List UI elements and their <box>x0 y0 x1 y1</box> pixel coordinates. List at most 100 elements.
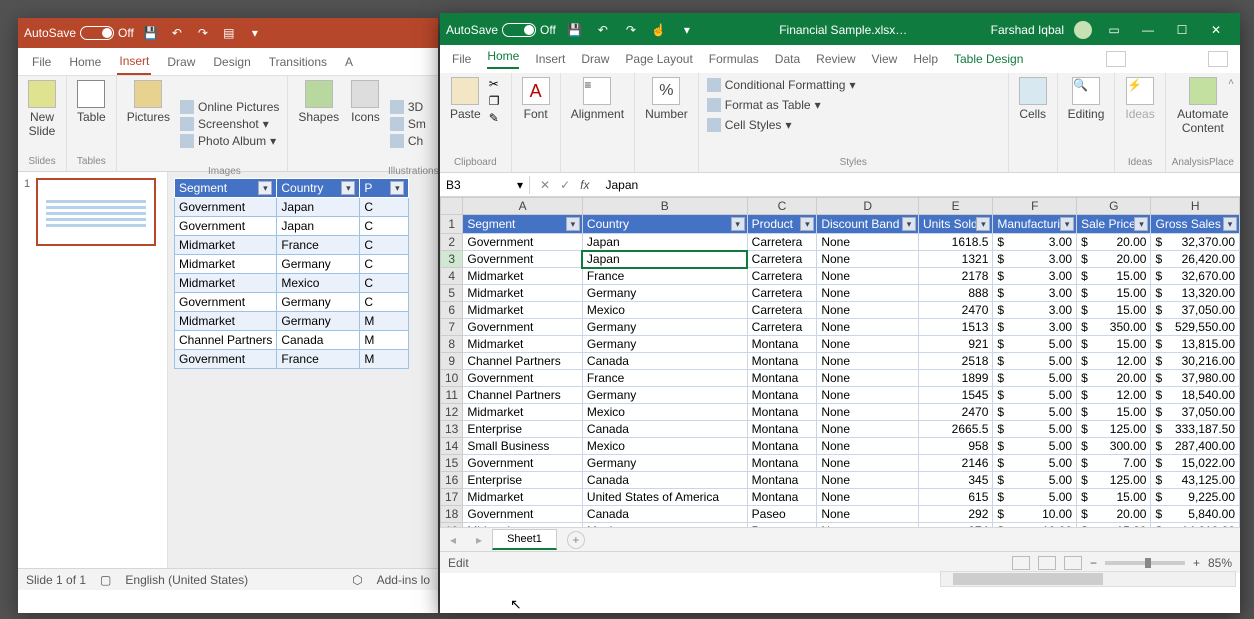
cell[interactable]: $20.00 <box>1077 370 1151 387</box>
cell[interactable]: Germany <box>582 455 747 472</box>
cell[interactable]: Carretera <box>747 251 817 268</box>
sheet-tab-sheet1[interactable]: Sheet1 <box>492 529 557 550</box>
pp-status-lang[interactable]: English (United States) <box>125 573 248 587</box>
pp-titlebar[interactable]: AutoSave Off 💾 ↶ ↷ ▤ ▾ <box>18 18 438 48</box>
col-header-H[interactable]: H <box>1151 198 1240 215</box>
cell[interactable]: $5.00 <box>993 438 1077 455</box>
cell[interactable]: 2146 <box>918 455 992 472</box>
cell[interactable]: Montana <box>747 489 817 506</box>
filter-icon[interactable]: ▾ <box>1223 217 1237 231</box>
font-button[interactable]: AFont <box>518 75 554 123</box>
xl-more-icon[interactable]: ▾ <box>678 21 696 39</box>
col-header-E[interactable]: E <box>918 198 992 215</box>
cell[interactable]: 345 <box>918 472 992 489</box>
pp-cell[interactable]: C <box>360 293 409 312</box>
3d-models-button[interactable]: 3D <box>388 99 428 115</box>
cell[interactable]: Montana <box>747 336 817 353</box>
cell[interactable]: $13,320.00 <box>1151 285 1240 302</box>
pp-cell[interactable]: Channel Partners <box>175 331 277 350</box>
row-header[interactable]: 1 <box>441 215 463 234</box>
user-avatar-icon[interactable] <box>1074 21 1092 39</box>
xl-tab-formulas[interactable]: Formulas <box>709 52 759 66</box>
horizontal-scrollbar[interactable] <box>940 571 1236 587</box>
cell[interactable]: Midmarket <box>463 285 583 302</box>
smartart-button[interactable]: Sm <box>388 116 428 132</box>
xl-tab-insert[interactable]: Insert <box>535 52 565 66</box>
cell[interactable]: 615 <box>918 489 992 506</box>
filter-icon[interactable]: ▾ <box>1060 217 1074 231</box>
accessibility-icon[interactable]: ▢ <box>100 573 111 587</box>
close-icon[interactable]: ✕ <box>1204 23 1228 37</box>
cell[interactable]: $3.00 <box>993 234 1077 251</box>
table-col-header[interactable]: Manufacturi▾ <box>993 215 1077 234</box>
table-col-header[interactable]: Gross Sales▾ <box>1151 215 1240 234</box>
cell[interactable]: $32,670.00 <box>1151 268 1240 285</box>
pp-autosave-toggle[interactable] <box>80 26 114 40</box>
enter-icon[interactable]: ✓ <box>560 178 570 192</box>
cell[interactable]: $9,225.00 <box>1151 489 1240 506</box>
cell[interactable]: Midmarket <box>463 302 583 319</box>
page-layout-view-icon[interactable] <box>1038 556 1056 570</box>
pp-cell[interactable]: C <box>360 236 409 255</box>
cell[interactable]: $20.00 <box>1077 234 1151 251</box>
xl-tab-home[interactable]: Home <box>487 49 519 69</box>
row-header[interactable]: 13 <box>441 421 463 438</box>
pp-cell[interactable]: Mexico <box>277 274 360 293</box>
cell[interactable]: $125.00 <box>1077 421 1151 438</box>
cell[interactable]: $32,370.00 <box>1151 234 1240 251</box>
cell[interactable]: None <box>817 234 919 251</box>
xl-touch-icon[interactable]: ☝ <box>650 21 668 39</box>
pp-cell[interactable]: Canada <box>277 331 360 350</box>
xl-tab-draw[interactable]: Draw <box>581 52 609 66</box>
cell[interactable]: Carretera <box>747 234 817 251</box>
cell[interactable]: $26,420.00 <box>1151 251 1240 268</box>
cell[interactable]: None <box>817 455 919 472</box>
filter-icon[interactable]: ▾ <box>731 217 745 231</box>
row-header[interactable]: 10 <box>441 370 463 387</box>
cell[interactable]: $5.00 <box>993 455 1077 472</box>
number-button[interactable]: %Number <box>641 75 692 123</box>
table-col-header[interactable]: Discount Band▾ <box>817 215 919 234</box>
pp-tab-design[interactable]: Design <box>211 50 252 74</box>
cell[interactable]: Mexico <box>582 523 747 528</box>
cell[interactable]: $37,980.00 <box>1151 370 1240 387</box>
cell[interactable]: 888 <box>918 285 992 302</box>
xl-tab-view[interactable]: View <box>872 52 898 66</box>
name-box[interactable]: B3▾ <box>440 176 530 194</box>
cell[interactable]: Channel Partners <box>463 387 583 404</box>
start-show-icon[interactable]: ▤ <box>220 24 238 42</box>
cell[interactable]: Germany <box>582 285 747 302</box>
cell[interactable]: $5.00 <box>993 404 1077 421</box>
conditional-formatting-button[interactable]: Conditional Formatting▾ <box>705 77 1002 93</box>
xl-zoom-level[interactable]: 85% <box>1208 556 1232 570</box>
pp-col-header[interactable]: Segment <box>175 179 277 198</box>
row-header[interactable]: 12 <box>441 404 463 421</box>
cell[interactable]: None <box>817 251 919 268</box>
row-header[interactable]: 7 <box>441 319 463 336</box>
pp-cell[interactable]: C <box>360 217 409 236</box>
row-header[interactable]: 4 <box>441 268 463 285</box>
pp-tab-insert[interactable]: Insert <box>117 49 151 75</box>
row-header[interactable]: 11 <box>441 387 463 404</box>
xl-save-icon[interactable]: 💾 <box>566 21 584 39</box>
col-header-D[interactable]: D <box>817 198 919 215</box>
cell[interactable]: None <box>817 438 919 455</box>
cell[interactable]: None <box>817 523 919 528</box>
pp-cell[interactable]: France <box>277 350 360 369</box>
paste-button[interactable]: Paste <box>446 75 485 129</box>
pp-thumbnail-pane[interactable]: 1 <box>18 172 168 568</box>
collapse-ribbon-icon[interactable]: ˄ <box>1228 77 1234 88</box>
table-col-header[interactable]: Units Sold▾ <box>918 215 992 234</box>
cell[interactable]: $12.00 <box>1077 387 1151 404</box>
cell[interactable]: Montana <box>747 421 817 438</box>
cell[interactable]: Germany <box>582 319 747 336</box>
chevron-down-icon[interactable]: ▾ <box>517 178 523 192</box>
pp-cell[interactable]: C <box>360 198 409 217</box>
zoom-out-icon[interactable]: − <box>1090 556 1097 570</box>
cell[interactable]: $20.00 <box>1077 251 1151 268</box>
col-header-C[interactable]: C <box>747 198 817 215</box>
cell[interactable]: Midmarket <box>463 268 583 285</box>
cell[interactable]: Canada <box>582 353 747 370</box>
cell[interactable]: $287,400.00 <box>1151 438 1240 455</box>
fx-icon[interactable]: fx <box>580 178 589 192</box>
